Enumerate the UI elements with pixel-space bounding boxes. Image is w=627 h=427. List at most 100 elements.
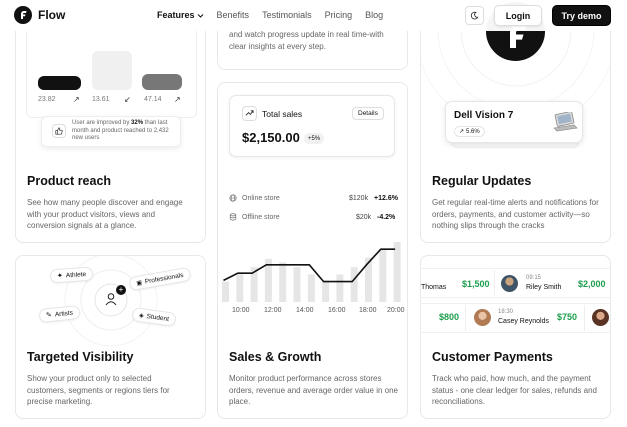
product-notification[interactable]: Dell Vision 7 ↗ 5.6% — [445, 101, 583, 143]
sales-bar — [222, 281, 229, 302]
nav-features[interactable]: Features — [157, 10, 204, 20]
offline-store-label: Offline store — [242, 213, 280, 221]
avatar — [501, 275, 518, 292]
payment-amount: $1,500 — [462, 279, 490, 289]
nav-links: Features Benefits Testimonials Pricing B… — [157, 10, 383, 20]
time-label: 14:00 — [296, 307, 314, 314]
flow-logo-icon — [14, 6, 32, 24]
arrow-up-right-icon: ↗ — [174, 95, 181, 104]
payment-divider — [494, 270, 495, 296]
sales-bar — [393, 242, 401, 302]
sales-bar — [236, 274, 244, 302]
payment-divider — [465, 305, 466, 331]
time-label: 20:00 — [387, 307, 405, 314]
customer-payments-title: Customer Payments — [432, 350, 553, 364]
product-change-badge: ↗ 5.6% — [454, 126, 485, 137]
laptop-icon — [553, 112, 578, 132]
targeted-visibility-title: Targeted Visibility — [27, 350, 134, 364]
product-reach-desc: See how many people discover and engage … — [27, 198, 183, 230]
sales-growth-title: Sales & Growth — [229, 350, 322, 364]
trend-up-icon: ↗ — [459, 129, 465, 135]
time-label: 16:00 — [328, 307, 346, 314]
details-button[interactable]: Details — [352, 107, 384, 120]
top-navigation: Flow Features Benefits Testimonials Pric… — [0, 0, 627, 31]
total-sales-change: +5% — [304, 133, 325, 144]
sales-bar — [322, 280, 330, 302]
customer-payments-desc: Track who paid, how much, and the paymen… — [432, 374, 597, 406]
sales-bar — [307, 274, 315, 302]
nav-pricing[interactable]: Pricing — [325, 10, 353, 20]
online-store-value: $120k — [349, 195, 369, 202]
sales-chart — [222, 242, 401, 302]
briefcase-icon: ▣ — [135, 279, 143, 287]
moon-icon — [470, 11, 479, 20]
tooltip-text: User are improved by 32% than last month… — [72, 120, 177, 143]
product-change-value: 5.6% — [466, 128, 480, 135]
reach-bar-value: 47.14 — [144, 96, 162, 103]
payment-time: 09:15 — [526, 275, 542, 281]
arrow-up-right-icon: ↗ — [73, 95, 80, 104]
online-store-pct: +12.6% — [374, 195, 398, 202]
chip-athlete[interactable]: ✦ Athlete — [49, 266, 94, 284]
product-name: Dell Vision 7 — [454, 110, 514, 121]
brush-icon: ✎ — [45, 311, 53, 320]
regular-updates-desc: Get regular real-time alerts and notific… — [432, 198, 599, 230]
sales-bar — [379, 249, 387, 302]
reach-bar-value: 13.61 — [92, 96, 110, 103]
graduation-cap-icon: ◈ — [138, 312, 145, 320]
nav-blog[interactable]: Blog — [365, 10, 383, 20]
chip-label: Athlete — [65, 270, 87, 279]
payer-name: Thomas — [421, 284, 447, 291]
total-sales-widget: Total sales Details $2,150.00 +5% — [229, 95, 395, 157]
payment-divider — [584, 305, 585, 331]
globe-icon — [229, 194, 237, 202]
progress-desc: and watch progress update in real time-w… — [229, 30, 384, 51]
reach-bar — [92, 51, 132, 90]
add-user-icon[interactable]: + — [116, 285, 126, 295]
time-label: 12:00 — [264, 307, 282, 314]
sales-bar — [293, 267, 301, 302]
reach-tooltip: User are improved by 32% than last month… — [41, 116, 181, 147]
chip-label: Student — [146, 312, 170, 323]
tooltip-highlight: 32% — [131, 120, 144, 126]
reach-bar-value: 23.82 — [38, 96, 56, 103]
total-sales-label: Total sales — [262, 109, 303, 119]
arrow-down-left-icon: ↙ — [124, 95, 131, 104]
total-sales-amount: $2,150.00 — [242, 130, 300, 145]
sparkle-icon: ✦ — [56, 272, 64, 281]
tooltip-text-pre: User are improved by — [72, 120, 132, 126]
payment-amount: $2,000 — [578, 279, 606, 289]
theme-toggle-button[interactable] — [465, 6, 484, 25]
chart-trend-icon — [242, 106, 257, 121]
targeted-visibility-desc: Show your product only to selected custo… — [27, 374, 170, 406]
online-store-label: Online store — [242, 194, 280, 202]
time-label: 10:00 — [232, 307, 250, 314]
payment-amount: $800 — [439, 312, 460, 322]
thumbs-up-icon — [52, 124, 66, 138]
brand[interactable]: Flow — [14, 6, 65, 24]
reach-bar — [38, 76, 81, 90]
sales-growth-desc: Monitor product performance across store… — [229, 374, 398, 406]
sales-bar — [336, 274, 344, 302]
payer-name: Riley Smith — [526, 284, 562, 291]
nav-benefits[interactable]: Benefits — [217, 10, 250, 20]
time-label: 18:00 — [359, 307, 377, 314]
offline-store-row: Offline store — [229, 213, 280, 221]
login-button[interactable]: Login — [494, 5, 542, 26]
reach-bar — [142, 74, 182, 90]
nav-features-label: Features — [157, 10, 195, 20]
chip-label: Artists — [54, 309, 74, 318]
brand-name: Flow — [38, 8, 66, 22]
payment-time: 18:30 — [498, 309, 514, 315]
offline-store-value: $20k — [356, 214, 372, 221]
sales-bar — [350, 267, 358, 302]
product-reach-title: Product reach — [27, 174, 112, 188]
payment-amount: $750 — [557, 312, 578, 322]
try-demo-button[interactable]: Try demo — [552, 5, 611, 26]
offline-store-pct: -4.2% — [377, 214, 396, 221]
payer-name: Casey Reynolds — [498, 318, 549, 325]
database-icon — [229, 213, 237, 221]
avatar — [474, 309, 491, 326]
sales-bar — [279, 262, 287, 302]
nav-testimonials[interactable]: Testimonials — [262, 10, 312, 20]
